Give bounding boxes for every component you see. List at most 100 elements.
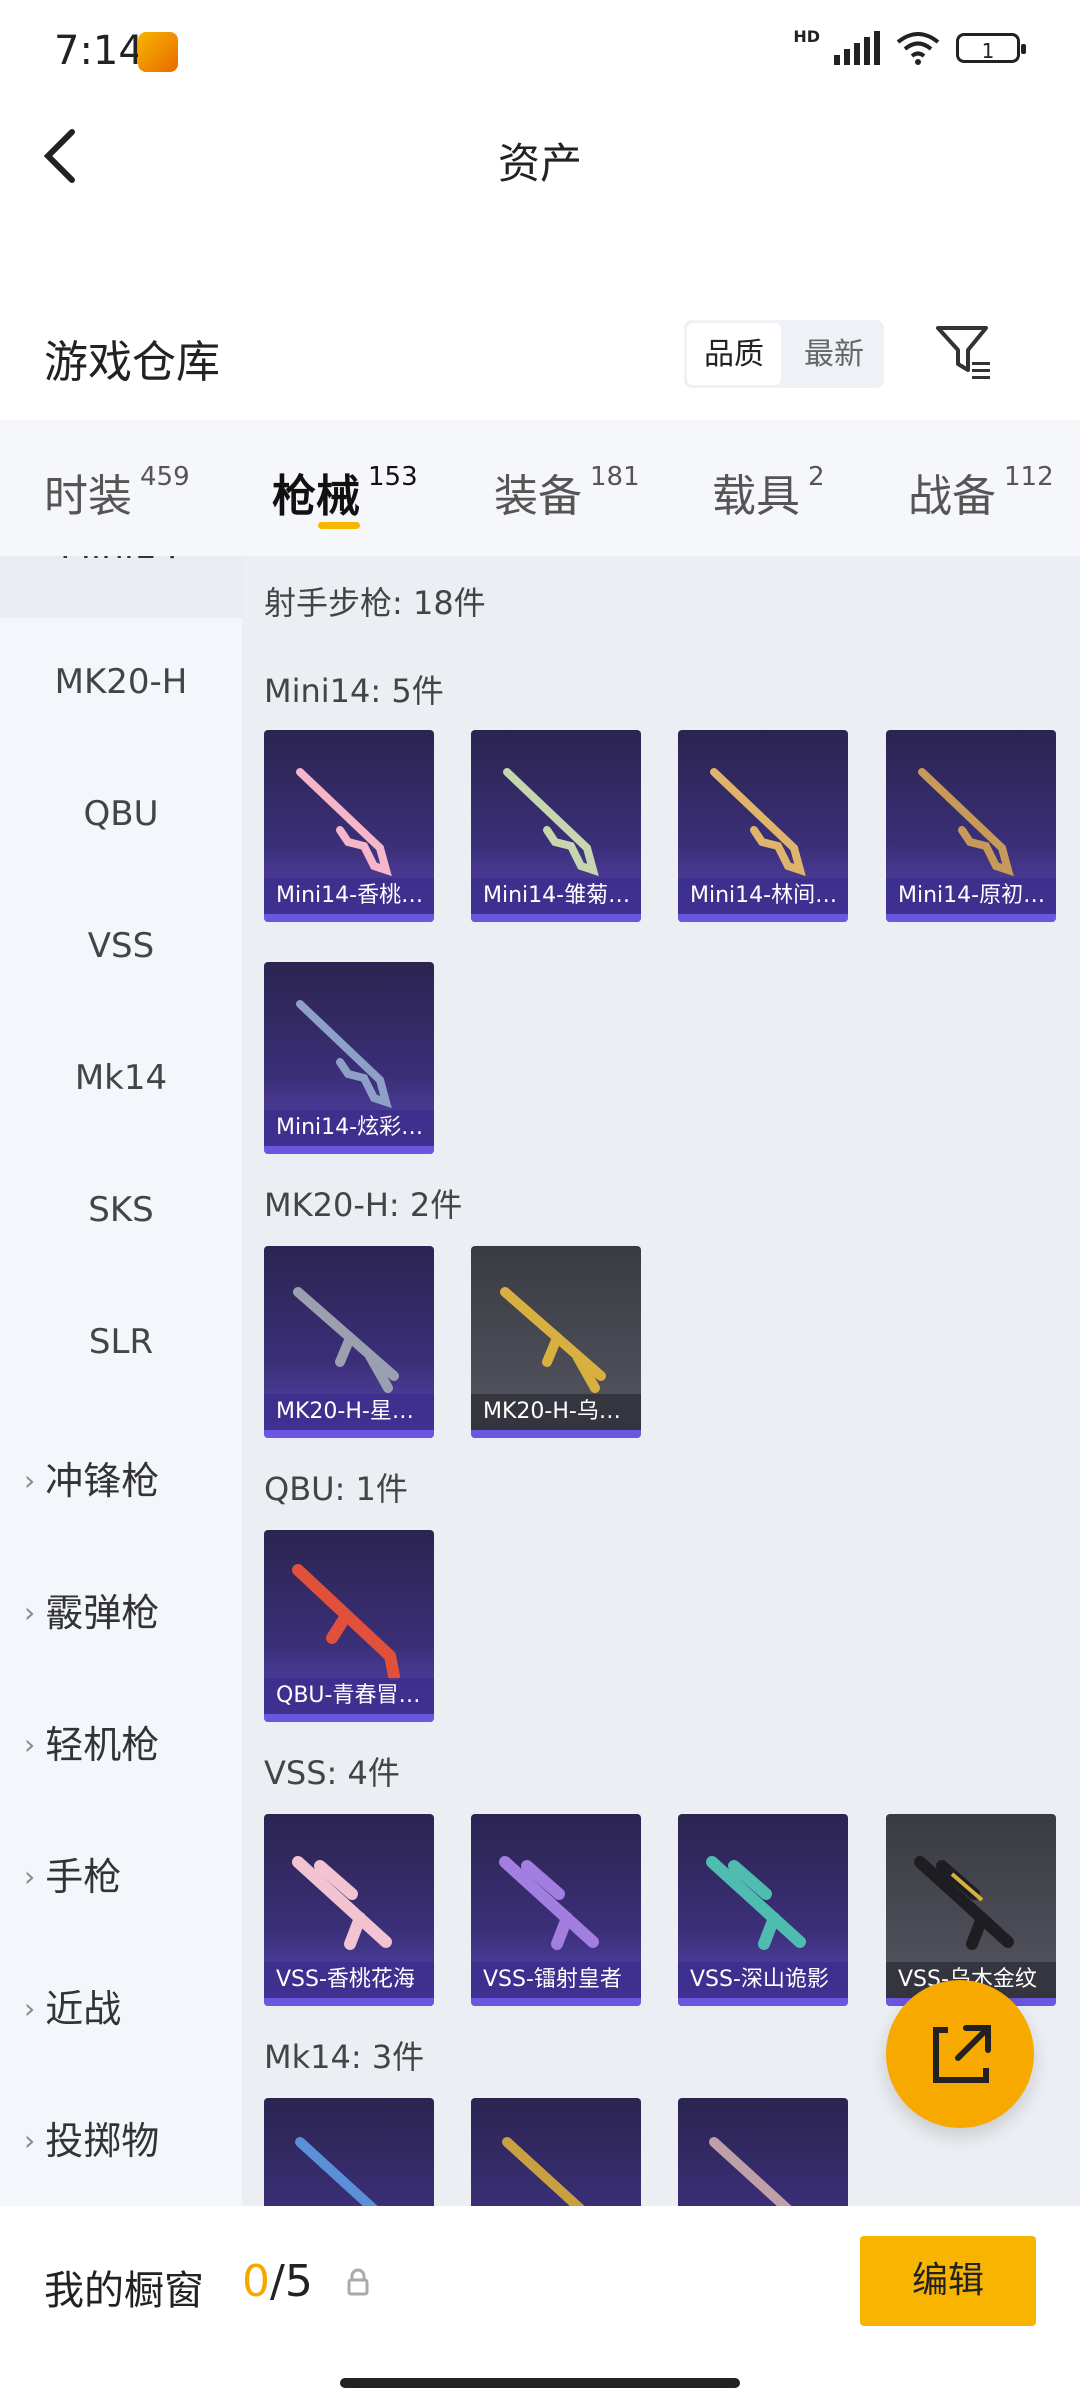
sidebar-group-label: 冲锋枪	[45, 1459, 160, 1503]
sidebar-group-throwables[interactable]: › 投掷物	[24, 2110, 159, 2165]
weapon-icon	[292, 1856, 392, 1950]
weapon-icon	[918, 768, 1014, 877]
tab-firearms[interactable]: 枪械 153	[272, 460, 418, 524]
weapon-card[interactable]: VSS-镭射皇者	[471, 1814, 641, 2006]
tab-label: 装备	[494, 471, 582, 522]
sort-toggle[interactable]: 品质 最新	[684, 320, 884, 388]
rarity-bar	[264, 914, 434, 922]
tab-label: 载具	[712, 471, 800, 522]
showcase-label: 我的橱窗	[44, 2268, 204, 2314]
weapon-card[interactable]: VSS-深山诡影	[678, 1814, 848, 2006]
weapon-name: VSS-深山诡影	[678, 1962, 848, 1998]
weapon-icon	[914, 1856, 1014, 1950]
share-icon	[933, 2025, 991, 2083]
weapon-card[interactable]: VSS-乌木金纹	[886, 1814, 1056, 2006]
weapon-card[interactable]	[264, 2098, 434, 2206]
group-label-qbu: QBU: 1件	[264, 1470, 408, 1508]
tab-vehicles[interactable]: 载具 2	[712, 460, 825, 524]
weapon-icon	[295, 2137, 378, 2206]
weapon-icon	[503, 768, 599, 877]
sidebar-group-melee[interactable]: › 近战	[24, 1978, 121, 2033]
home-indicator[interactable]	[340, 2378, 740, 2388]
weapon-icon	[502, 2137, 585, 2206]
rarity-bar	[678, 1998, 848, 2006]
share-button[interactable]	[886, 1980, 1034, 2128]
app-header: 资产	[0, 100, 1080, 210]
weapon-card[interactable]: Mini14-雏菊…	[471, 730, 641, 922]
rarity-bar	[264, 1430, 434, 1438]
sidebar-item-qbu[interactable]: QBU	[0, 794, 242, 834]
group-label-vss: VSS: 4件	[264, 1754, 400, 1792]
weapon-icon	[296, 1000, 392, 1109]
weapon-card[interactable]: VSS-香桃花海	[264, 1814, 434, 2006]
weapon-name: Mini14-原初…	[886, 878, 1056, 914]
showcase-current: 0	[242, 2256, 270, 2307]
sidebar-item-current[interactable]: Mini14	[0, 556, 242, 618]
rarity-bar	[678, 914, 848, 922]
tab-fashion[interactable]: 时装 459	[44, 460, 190, 524]
hd-label: HD	[793, 26, 820, 46]
group-label-mk20h: MK20-H: 2件	[264, 1186, 463, 1224]
category-tabs: 时装 459 枪械 153 装备 181 载具 2 战备 112	[0, 420, 1080, 556]
sidebar-group-shotgun[interactable]: › 霰弹枪	[24, 1582, 159, 1637]
sidebar-group-label: 手枪	[45, 1855, 122, 1899]
weapon-card[interactable]: MK20-H-乌…	[471, 1246, 641, 1438]
app-notification-icon	[138, 32, 178, 72]
group-label-mk14: Mk14: 3件	[264, 2038, 425, 2076]
sidebar-item-mk20h[interactable]: MK20-H	[0, 662, 242, 702]
weapon-icon	[499, 1856, 599, 1950]
showcase-total: /5	[270, 2256, 313, 2307]
weapon-card[interactable]: QBU-青春冒…	[264, 1530, 434, 1722]
weapon-sidebar: Mini14 MK20-H QBU VSS Mk14 SKS SLR ›冲锋枪 …	[0, 556, 242, 2206]
rarity-bar	[264, 1146, 434, 1154]
group-label-mini14: Mini14: 5件	[264, 672, 444, 710]
weapon-icon	[710, 768, 806, 877]
sort-newest[interactable]: 最新	[787, 323, 881, 385]
weapon-name: Mini14-香桃…	[264, 878, 434, 914]
lock-icon	[347, 2268, 369, 2296]
weapon-name: QBU-青春冒…	[264, 1678, 434, 1714]
weapon-card[interactable]: MK20-H-星…	[264, 1246, 434, 1438]
rarity-bar	[886, 914, 1056, 922]
battery-icon: 1	[956, 33, 1026, 63]
weapon-icon	[706, 1856, 806, 1950]
filter-icon[interactable]	[934, 322, 994, 382]
sidebar-item-label: Mini14	[60, 556, 180, 567]
chevron-right-icon: ›	[24, 1860, 36, 1893]
status-bar: 7:14 HD 1	[0, 0, 1080, 100]
edit-button[interactable]: 编辑	[860, 2236, 1036, 2326]
chevron-right-icon: ›	[24, 2124, 36, 2157]
sidebar-item-vss[interactable]: VSS	[0, 926, 242, 966]
tab-tactical[interactable]: 战备 112	[908, 460, 1054, 524]
tab-equipment[interactable]: 装备 181	[494, 460, 640, 524]
weapon-card[interactable]	[678, 2098, 848, 2206]
tab-count: 112	[1004, 462, 1054, 492]
weapon-name: MK20-H-乌…	[471, 1394, 641, 1430]
tab-label: 枪械	[272, 471, 360, 522]
weapon-card[interactable]: Mini14-香桃…	[264, 730, 434, 922]
weapon-card[interactable]: Mini14-原初…	[886, 730, 1056, 922]
sidebar-group-lmg[interactable]: › 轻机枪	[24, 1714, 159, 1769]
sort-quality[interactable]: 品质	[687, 323, 781, 385]
tab-count: 181	[590, 462, 640, 492]
weapon-card[interactable]: Mini14-炫彩…	[264, 962, 434, 1154]
weapon-card[interactable]: Mini14-林间…	[678, 730, 848, 922]
sidebar-item-mk14[interactable]: Mk14	[0, 1058, 242, 1098]
chevron-right-icon: ›	[24, 1596, 36, 1629]
sidebar-item-sks[interactable]: SKS	[0, 1190, 242, 1230]
sidebar-item-slr[interactable]: SLR	[0, 1322, 242, 1362]
sidebar-group-label: 轻机枪	[45, 1723, 160, 1767]
tab-count: 2	[808, 462, 825, 492]
sidebar-group-smg[interactable]: › 冲锋枪	[24, 1450, 159, 1505]
weapon-card[interactable]	[471, 2098, 641, 2206]
showcase-count: 0/5	[242, 2256, 313, 2307]
weapon-icon	[296, 768, 392, 877]
chevron-right-icon: ›	[24, 1464, 36, 1497]
weapon-icon	[292, 1564, 400, 1680]
sidebar-group-pistol[interactable]: › 手枪	[24, 1846, 121, 1901]
status-time: 7:14	[54, 28, 144, 74]
rarity-bar	[264, 1998, 434, 2006]
page-title: 资产	[497, 139, 582, 188]
weapon-icon	[500, 1287, 606, 1393]
rarity-bar	[264, 1714, 434, 1722]
